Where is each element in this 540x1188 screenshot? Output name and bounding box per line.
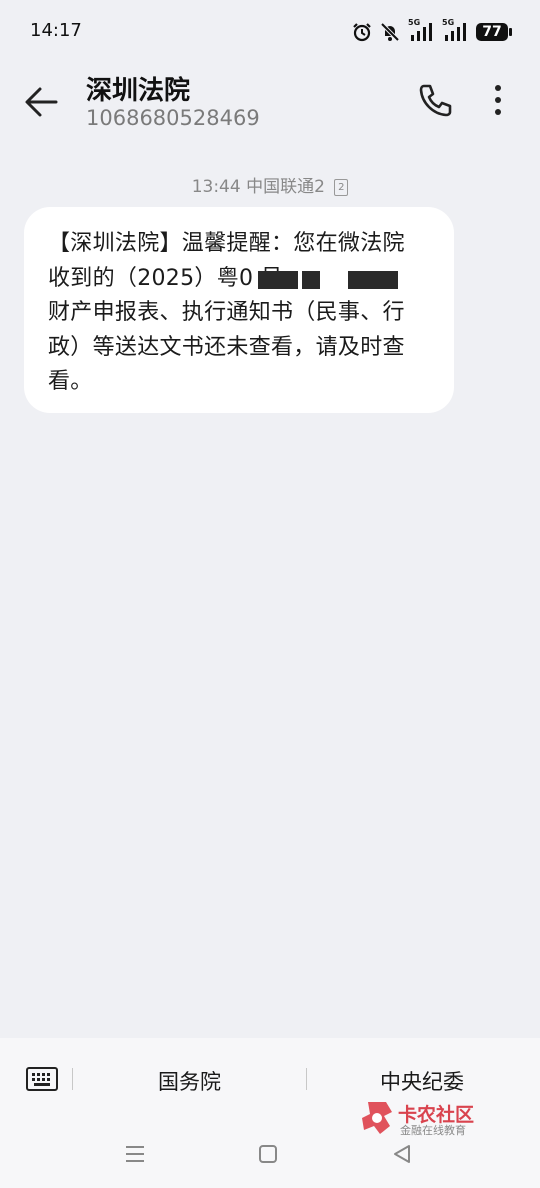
status-time: 14:17 bbox=[30, 20, 82, 41]
message-bubble[interactable]: 【深圳法院】温馨提醒：您在微法院 收到的（2025）粤0 号 财产申报表、执行通… bbox=[24, 207, 454, 413]
signal-5g-icon-1: 5G bbox=[408, 18, 434, 43]
more-options-icon[interactable] bbox=[486, 80, 510, 120]
message-line-3: 财产申报表、执行通知书（民事、行 bbox=[48, 300, 405, 325]
contact-title: 深圳法院 bbox=[86, 76, 191, 106]
quick-reply-zhongyangjiwei[interactable]: 中央纪委 bbox=[380, 1066, 464, 1096]
back-arrow-icon[interactable] bbox=[22, 82, 62, 122]
redaction-block bbox=[258, 271, 298, 289]
home-icon[interactable] bbox=[256, 1142, 280, 1166]
quick-reply-guowuyuan[interactable]: 国务院 bbox=[158, 1066, 221, 1096]
alarm-icon bbox=[353, 23, 371, 42]
back-triangle-icon[interactable] bbox=[390, 1142, 414, 1166]
divider bbox=[72, 1068, 73, 1090]
status-icons: 5G 5G 77 bbox=[352, 18, 512, 44]
watermark-subtitle: 金融在线教育 bbox=[400, 1124, 466, 1137]
sim-card-icon: 2 bbox=[334, 178, 349, 196]
kanong-logo-icon bbox=[362, 1102, 392, 1134]
message-line-5: 看。 bbox=[48, 369, 93, 394]
keyboard-icon[interactable] bbox=[26, 1067, 58, 1091]
message-line-4: 政）等送达文书还未查看，请及时查 bbox=[48, 334, 405, 360]
bottom-bar: 国务院 中央纪委 卡农社区 金融在线教育 bbox=[0, 1038, 540, 1188]
conversation-header: 深圳法院 1068680528469 bbox=[0, 62, 540, 142]
message-timestamp: 13:44 中国联通2 2 bbox=[0, 172, 540, 197]
signal-5g-icon-2: 5G bbox=[442, 18, 468, 43]
watermark-logo: 卡农社区 金融在线教育 bbox=[360, 1098, 490, 1138]
phone-call-icon[interactable] bbox=[415, 80, 455, 120]
divider bbox=[306, 1068, 307, 1090]
recent-apps-icon[interactable] bbox=[123, 1142, 147, 1166]
message-line-1: 【深圳法院】温馨提醒：您在微法院 bbox=[48, 231, 405, 256]
redaction-block bbox=[302, 271, 320, 289]
status-bar: 14:17 5G 5G 77 bbox=[0, 0, 540, 60]
message-meta-text: 13:44 中国联通2 bbox=[191, 177, 325, 197]
mute-bell-icon bbox=[380, 22, 400, 42]
redaction-block bbox=[348, 271, 398, 289]
contact-number: 1068680528469 bbox=[86, 106, 260, 130]
battery-icon: 77 bbox=[476, 23, 512, 41]
